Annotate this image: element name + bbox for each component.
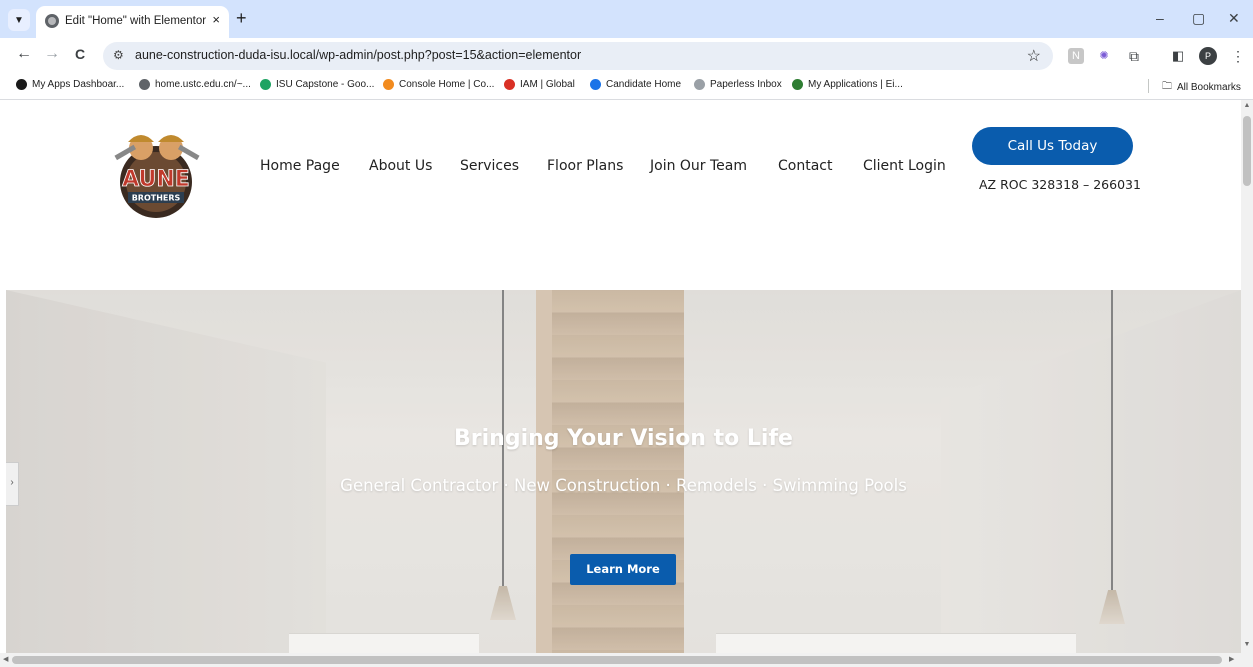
svg-text:BROTHERS: BROTHERS xyxy=(132,194,181,203)
scroll-down-icon[interactable]: ▼ xyxy=(1241,641,1253,648)
bookmark-favicon-icon xyxy=(260,79,271,90)
bookmark-favicon-icon xyxy=(139,79,150,90)
bookmark-item[interactable]: Paperless Inbox xyxy=(694,79,782,90)
bookmark-item[interactable]: IAM | Global xyxy=(504,79,575,90)
vertical-scrollbar[interactable]: ▲ ▼ xyxy=(1241,100,1253,653)
hero-overlay xyxy=(6,290,1241,653)
tab-search-button[interactable]: ▼ xyxy=(8,9,30,31)
horizontal-scroll-thumb[interactable] xyxy=(12,656,1222,664)
new-tab-button[interactable]: + xyxy=(236,8,247,29)
window-close-icon[interactable]: ✕ xyxy=(1228,10,1240,27)
extension-icon[interactable]: N xyxy=(1068,48,1084,64)
bookmarks-bar: My Apps Dashboar... home.ustc.edu.cn/~..… xyxy=(0,73,1253,100)
bookmark-favicon-icon xyxy=(383,79,394,90)
bookmark-item[interactable]: ISU Capstone - Goo... xyxy=(260,79,374,90)
close-tab-icon[interactable]: × xyxy=(212,12,220,27)
browser-toolbar: ← → C ⚙ aune-construction-duda-isu.local… xyxy=(0,38,1253,73)
globe-icon xyxy=(45,14,59,28)
url-text[interactable]: aune-construction-duda-isu.local/wp-admi… xyxy=(135,48,581,62)
hero-subtitle: General Contractor · New Construction · … xyxy=(340,476,907,495)
learn-more-button[interactable]: Learn More xyxy=(570,554,676,585)
bookmark-item[interactable]: home.ustc.edu.cn/~... xyxy=(139,79,251,90)
nav-client-login[interactable]: Client Login xyxy=(863,158,946,174)
hero-section: Bringing Your Vision to Life General Con… xyxy=(6,290,1241,653)
nav-home-page[interactable]: Home Page xyxy=(260,158,340,174)
bookmark-favicon-icon xyxy=(792,79,803,90)
bookmark-favicon-icon xyxy=(504,79,515,90)
scroll-right-icon[interactable]: ▶ xyxy=(1229,655,1234,663)
reload-icon[interactable]: C xyxy=(70,46,90,62)
nav-join-our-team[interactable]: Join Our Team xyxy=(650,158,747,174)
nav-floor-plans[interactable]: Floor Plans xyxy=(547,158,623,174)
bookmark-item[interactable]: My Apps Dashboar... xyxy=(16,79,124,90)
nav-contact[interactable]: Contact xyxy=(778,158,832,174)
profile-avatar[interactable]: P xyxy=(1199,47,1217,65)
bookmark-favicon-icon xyxy=(16,79,27,90)
all-bookmarks-button[interactable]: 🗀 All Bookmarks xyxy=(1162,79,1241,96)
bookmark-favicon-icon xyxy=(590,79,601,90)
tab-title: Edit "Home" with Elementor xyxy=(65,15,207,27)
forward-icon[interactable]: → xyxy=(42,45,62,63)
active-tab[interactable]: Edit "Home" with Elementor × xyxy=(36,6,229,38)
scroll-up-icon[interactable]: ▲ xyxy=(1241,102,1253,109)
panel-toggle-button[interactable]: › xyxy=(6,462,19,506)
bookmark-favicon-icon xyxy=(694,79,705,90)
page-viewport: AUNE BROTHERS Home Page About Us Service… xyxy=(0,100,1241,653)
hero-title: Bringing Your Vision to Life xyxy=(454,426,793,451)
bookmarks-divider xyxy=(1148,79,1149,93)
bookmark-star-icon[interactable]: ☆ xyxy=(1027,46,1041,66)
address-bar[interactable]: ⚙ aune-construction-duda-isu.local/wp-ad… xyxy=(103,42,1053,70)
sparkle-extension-icon[interactable]: ✺ xyxy=(1096,48,1112,64)
minimize-icon[interactable]: – xyxy=(1156,10,1164,26)
site-info-icon[interactable]: ⚙ xyxy=(113,48,124,62)
back-icon[interactable]: ← xyxy=(14,45,34,63)
tab-strip: ▼ Edit "Home" with Elementor × + – ▢ ✕ xyxy=(0,0,1253,38)
scroll-left-icon[interactable]: ◀ xyxy=(3,655,8,663)
call-us-today-button[interactable]: Call Us Today xyxy=(972,127,1133,165)
nav-services[interactable]: Services xyxy=(460,158,519,174)
chevron-down-icon: ▼ xyxy=(14,14,24,26)
svg-text:AUNE: AUNE xyxy=(122,167,190,192)
restore-icon[interactable]: ▢ xyxy=(1192,10,1205,27)
bookmark-item[interactable]: My Applications | Ei... xyxy=(792,79,903,90)
bookmark-item[interactable]: Candidate Home xyxy=(590,79,681,90)
side-panel-icon[interactable]: ◧ xyxy=(1170,48,1186,64)
aune-brothers-logo[interactable]: AUNE BROTHERS xyxy=(108,120,204,220)
folder-icon: 🗀 xyxy=(1162,81,1172,92)
puzzle-extensions-icon[interactable]: ⧉ xyxy=(1126,48,1142,64)
bookmark-item[interactable]: Console Home | Co... xyxy=(383,79,494,90)
license-number: AZ ROC 328318 – 266031 xyxy=(979,177,1141,192)
scrollbar-corner xyxy=(1241,653,1253,667)
horizontal-scrollbar[interactable]: ◀ ▶ xyxy=(0,653,1241,667)
vertical-scroll-thumb[interactable] xyxy=(1243,116,1251,186)
menu-kebab-icon[interactable]: ⋮ xyxy=(1230,48,1246,64)
nav-about-us[interactable]: About Us xyxy=(369,158,432,174)
